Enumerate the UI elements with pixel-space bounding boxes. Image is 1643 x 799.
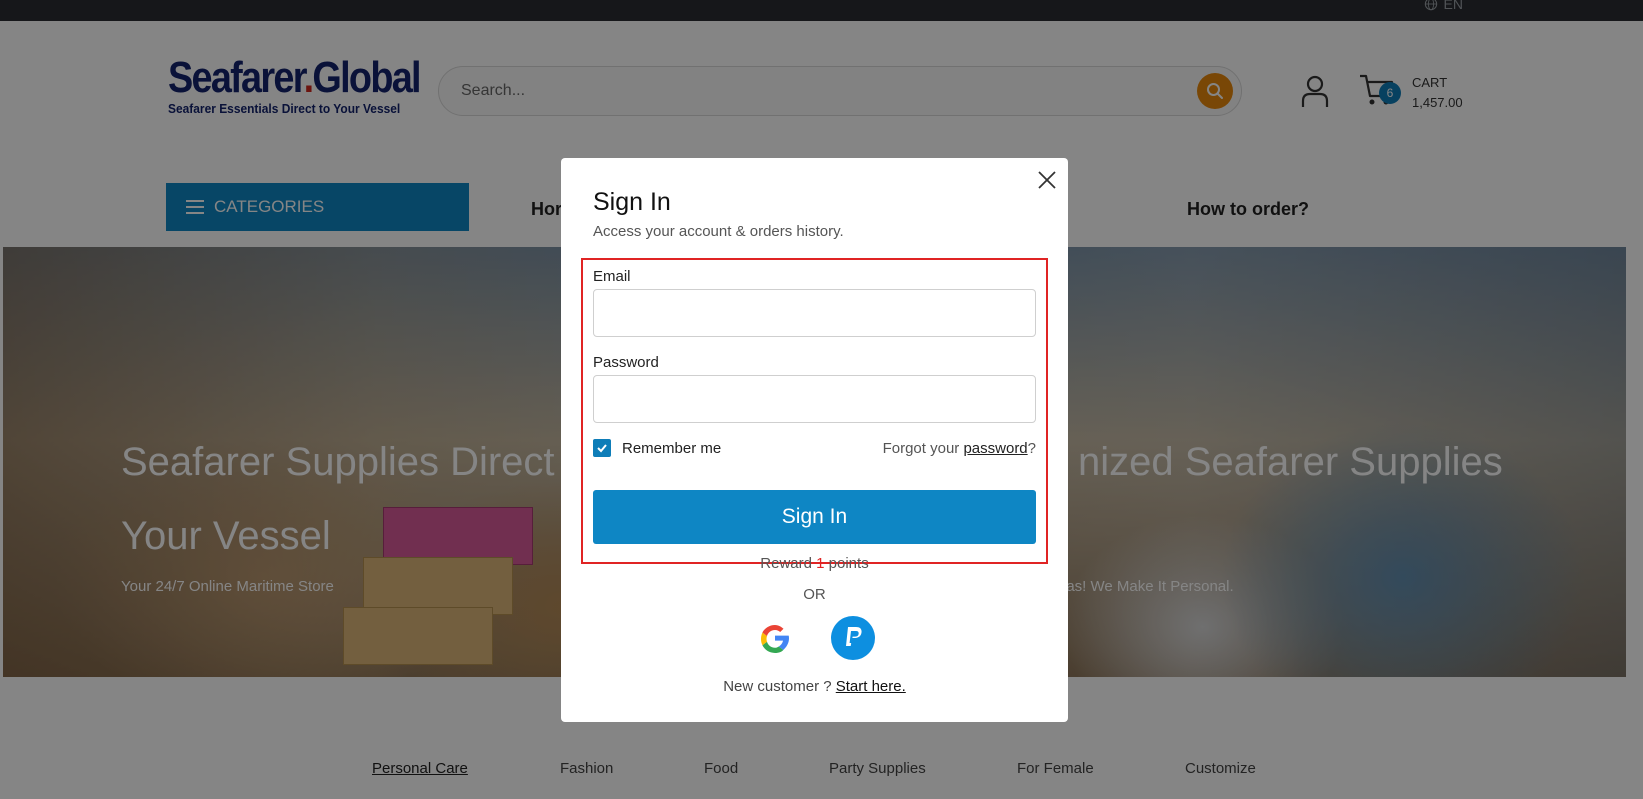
sign-in-modal: Sign In Access your account & orders his… — [561, 158, 1068, 722]
forgot-password-text: Forgot your password? — [882, 440, 1036, 457]
modal-subtitle: Access your account & orders history. — [593, 223, 844, 240]
sign-in-button[interactable]: Sign In — [593, 490, 1036, 544]
start-here-link[interactable]: Start here. — [836, 678, 906, 695]
google-login-button[interactable] — [753, 616, 797, 660]
password-field[interactable] — [593, 375, 1036, 423]
forgot-password-link[interactable]: password — [963, 440, 1027, 457]
new-customer-text: New customer ? Start here. — [723, 678, 906, 695]
paypal-icon — [846, 627, 862, 646]
password-label: Password — [593, 354, 659, 371]
checkmark-icon — [597, 444, 607, 453]
reward-text: Reward 1 points — [760, 555, 869, 572]
paypal-login-button[interactable] — [831, 616, 875, 660]
modal-title: Sign In — [593, 188, 671, 216]
close-icon[interactable] — [1035, 168, 1059, 192]
or-divider: OR — [803, 586, 826, 603]
reward-points: 1 — [816, 555, 825, 572]
remember-me-checkbox[interactable] — [593, 439, 611, 457]
email-label: Email — [593, 268, 631, 285]
google-icon — [761, 625, 789, 653]
email-field[interactable] — [593, 289, 1036, 337]
remember-me-label[interactable]: Remember me — [622, 440, 721, 457]
